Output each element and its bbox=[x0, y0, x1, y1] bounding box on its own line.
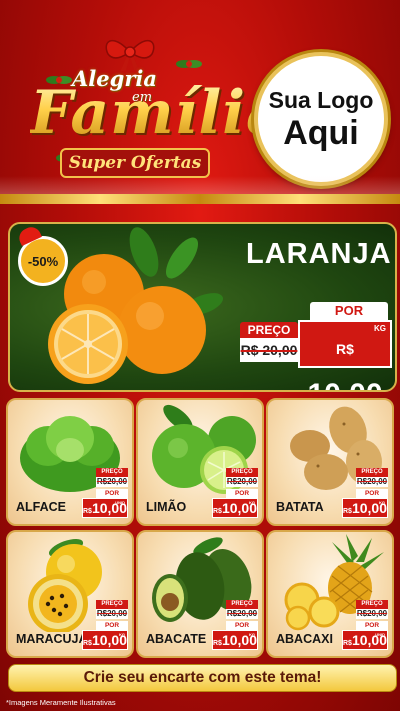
por-label: POR bbox=[96, 489, 128, 498]
price-unit: KG bbox=[249, 632, 255, 637]
product-card-abacate[interactable]: ABACATE PREÇO R$20,00 POR R$10,00 KG bbox=[136, 530, 264, 658]
por-label: POR bbox=[356, 489, 388, 498]
old-price: R$20,00 bbox=[96, 477, 128, 487]
currency: R$ bbox=[83, 508, 92, 515]
currency: R$ bbox=[83, 640, 92, 647]
price-unit: KG bbox=[249, 500, 255, 505]
por-label: POR bbox=[226, 621, 258, 630]
por-label: POR bbox=[356, 621, 388, 630]
price-unit: UNID bbox=[375, 632, 385, 637]
old-price: R$20,00 bbox=[96, 609, 128, 619]
product-card-abacaxi[interactable]: ABACAXI PREÇO R$20,00 POR R$10,00 UNID bbox=[266, 530, 394, 658]
product-name: LIMÃO bbox=[146, 500, 187, 514]
product-name: ALFACE bbox=[16, 500, 66, 514]
price-tag: PREÇO R$20,00 POR R$10,00 KG bbox=[198, 600, 258, 650]
featured-product-name: LARANJA bbox=[246, 238, 392, 270]
featured-product-card[interactable]: -50% LARANJA POR PREÇO R$ 20,00 R$ 10,00… bbox=[8, 222, 397, 392]
product-card-alface[interactable]: ALFACE PREÇO R$20,00 POR R$10,00 UNID bbox=[6, 398, 134, 526]
gold-divider bbox=[0, 194, 400, 204]
preco-label: PREÇO bbox=[240, 322, 298, 338]
preco-label: PREÇO bbox=[356, 600, 388, 609]
price-tag: PREÇO R$20,00 POR R$10,00 KG bbox=[328, 468, 388, 518]
old-price: R$ 20,00 bbox=[240, 338, 298, 362]
product-card-maracuja[interactable]: MARACUJÁ PREÇO R$20,00 POR R$10,00 KG bbox=[6, 530, 134, 658]
price-unit: UNID bbox=[115, 500, 125, 505]
title-main: Família bbox=[30, 78, 286, 148]
price-tag: PREÇO R$20,00 POR R$10,00 KG bbox=[198, 468, 258, 518]
header: Família Alegria em Super Ofertas Sua Log… bbox=[0, 0, 400, 204]
product-card-batata[interactable]: BATATA PREÇO R$20,00 POR R$10,00 KG bbox=[266, 398, 394, 526]
featured-price-tag: POR PREÇO R$ 20,00 R$ 10,00 KG bbox=[240, 302, 392, 390]
new-price: R$10,00 KG bbox=[82, 630, 128, 650]
price-unit: KG bbox=[119, 632, 125, 637]
new-price: R$10,00 KG bbox=[342, 498, 388, 518]
por-label: POR bbox=[226, 489, 258, 498]
campaign-title: Família Alegria em Super Ofertas bbox=[10, 60, 285, 190]
currency: R$ bbox=[336, 341, 354, 357]
product-name: ABACAXI bbox=[276, 632, 333, 646]
create-flyer-button[interactable]: Crie seu encarte com este tema! bbox=[8, 664, 397, 692]
old-price: R$20,00 bbox=[356, 609, 388, 619]
logo-placeholder[interactable]: Sua Logo Aqui bbox=[254, 52, 388, 186]
price-tag: PREÇO R$20,00 POR R$10,00 KG bbox=[68, 600, 128, 650]
product-card-limao[interactable]: LIMÃO PREÇO R$20,00 POR R$10,00 KG bbox=[136, 398, 264, 526]
por-label: POR bbox=[310, 302, 388, 320]
old-price: R$20,00 bbox=[226, 609, 258, 619]
new-price: R$10,00 KG bbox=[212, 498, 258, 518]
preco-label: PREÇO bbox=[96, 468, 128, 477]
currency: R$ bbox=[343, 508, 352, 515]
preco-label: PREÇO bbox=[96, 600, 128, 609]
price-unit: KG bbox=[379, 500, 385, 505]
new-price-value: 10,00 bbox=[307, 378, 382, 390]
price-unit: KG bbox=[374, 324, 386, 333]
price-tag: PREÇO R$20,00 POR R$10,00 UNID bbox=[68, 468, 128, 518]
title-top: Alegria bbox=[72, 66, 157, 91]
title-subtitle: Super Ofertas bbox=[60, 148, 210, 178]
logo-line-2: Aqui bbox=[283, 114, 359, 152]
title-em: em bbox=[132, 90, 153, 105]
preco-label: PREÇO bbox=[226, 468, 258, 477]
new-price: R$10,00 KG bbox=[212, 630, 258, 650]
preco-label: PREÇO bbox=[226, 600, 258, 609]
old-price: R$20,00 bbox=[356, 477, 388, 487]
new-price: R$10,00 UNID bbox=[82, 498, 128, 518]
old-price: R$20,00 bbox=[226, 477, 258, 487]
currency: R$ bbox=[213, 640, 222, 647]
currency: R$ bbox=[343, 640, 352, 647]
currency: R$ bbox=[213, 508, 222, 515]
new-price: R$10,00 UNID bbox=[342, 630, 388, 650]
price-tag: PREÇO R$20,00 POR R$10,00 UNID bbox=[328, 600, 388, 650]
new-price: R$ 10,00 KG bbox=[298, 320, 392, 390]
logo-line-1: Sua Logo bbox=[268, 87, 374, 113]
preco-label: PREÇO bbox=[356, 468, 388, 477]
product-name: BATATA bbox=[276, 500, 324, 514]
por-label: POR bbox=[96, 621, 128, 630]
disclaimer: *Imagens Meramente Ilustrativas bbox=[6, 698, 116, 707]
